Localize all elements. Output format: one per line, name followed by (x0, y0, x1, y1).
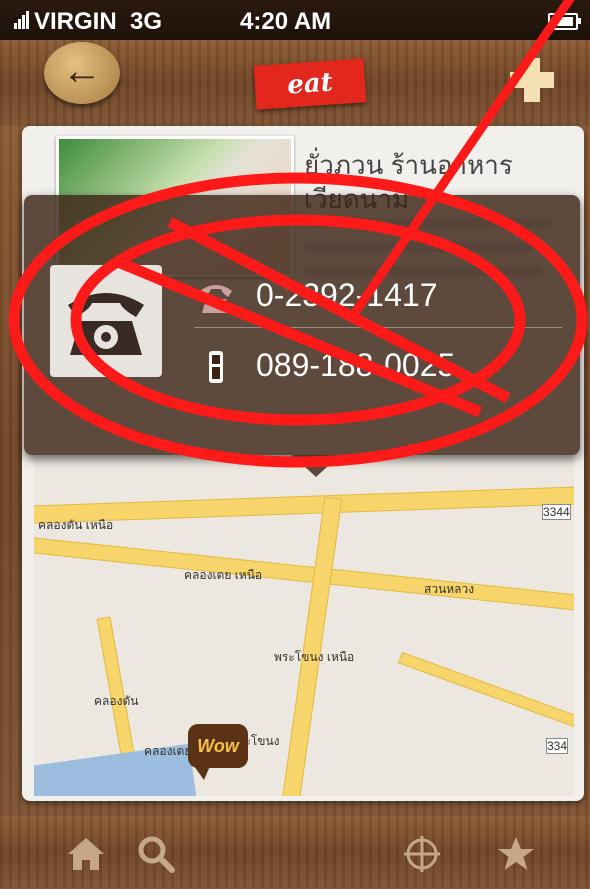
map-road (398, 651, 574, 733)
tab-bar (0, 816, 590, 889)
tab-favorites[interactable] (496, 834, 540, 874)
tab-search[interactable] (136, 834, 180, 874)
map-label: คลองเตย เหนือ (184, 568, 263, 582)
add-button[interactable] (510, 58, 554, 102)
carrier-name: VIRGIN 3G (14, 8, 162, 36)
map-road (34, 486, 574, 524)
map-road (34, 536, 574, 612)
tab-locate[interactable] (402, 834, 446, 874)
arrow-left-icon: ← (62, 49, 102, 93)
map-label: สวนหลวง (424, 582, 475, 596)
network-type: 3G (130, 8, 163, 35)
back-button[interactable]: ← (44, 42, 120, 104)
section-tag: eat (253, 58, 367, 110)
clock: 4:20 AM (240, 8, 332, 35)
telephone-icon (68, 293, 144, 355)
map-road (279, 496, 343, 796)
locate-icon (404, 836, 440, 872)
map-label: คลองเตย (144, 744, 192, 758)
status-bar: VIRGIN 3G 4:20 AM (0, 0, 590, 40)
telephone-small-icon (200, 285, 232, 313)
mobile-row[interactable]: 089-188-0025 (184, 337, 564, 395)
map-label: คลองตัน (94, 694, 139, 708)
map-label: พระโขนง เหนือ (274, 650, 355, 664)
mobile-phone-icon (209, 351, 223, 383)
battery-icon (548, 13, 581, 30)
map-label: คลองตัน เหนือ (38, 518, 114, 532)
map-route-shield: 334 (546, 738, 569, 754)
search-icon (138, 836, 175, 873)
contact-popup: 0-2392-1417 089-188-0025 (24, 195, 580, 477)
map-pin[interactable]: Wow (188, 724, 248, 780)
map-route-shield: 3344 (542, 504, 571, 520)
home-icon (68, 838, 104, 870)
map-view[interactable]: คลองตัน เหนือ คลองเตย เหนือ สวนหลวง พระโ… (34, 456, 574, 796)
mobile-number: 089-188-0025 (256, 347, 456, 383)
phone-row[interactable]: 0-2392-1417 (184, 267, 564, 325)
star-icon (498, 837, 534, 870)
signal-icon (14, 8, 30, 36)
divider (194, 327, 562, 328)
phone-number: 0-2392-1417 (256, 277, 438, 313)
tab-home[interactable] (66, 834, 110, 874)
call-button[interactable] (50, 265, 162, 377)
